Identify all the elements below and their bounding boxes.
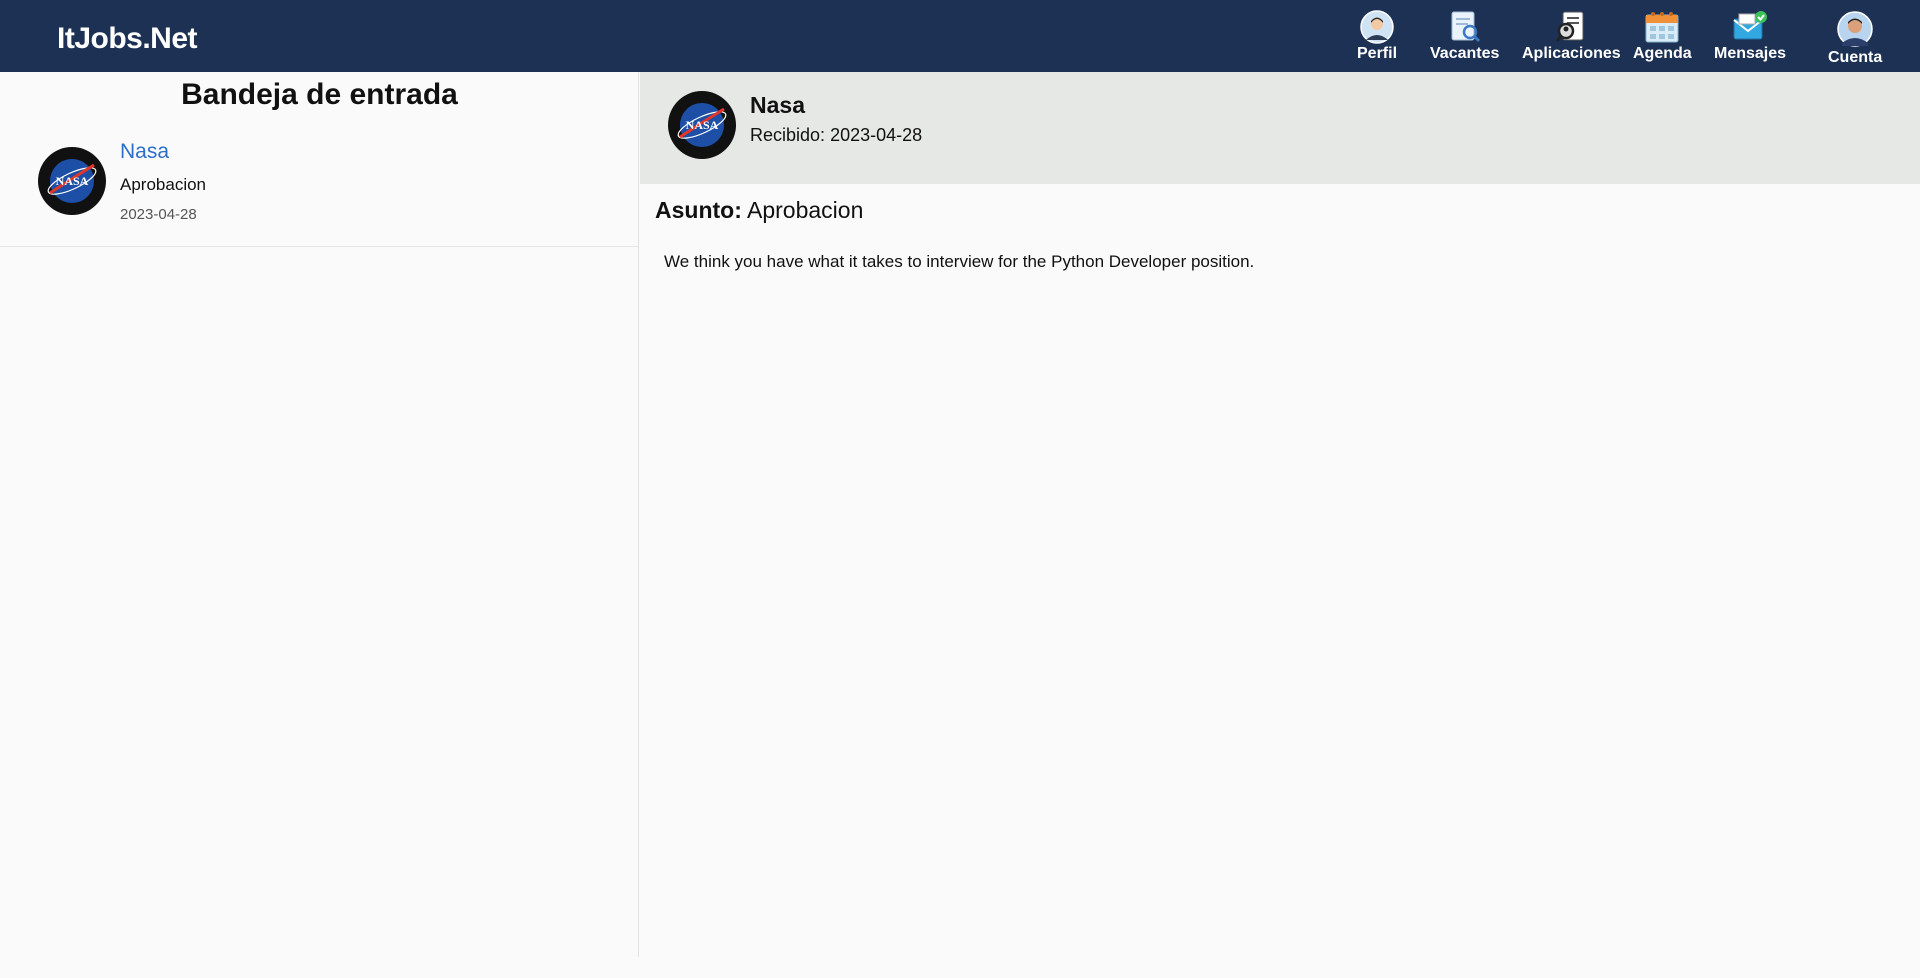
inbox-pane: Bandeja de entrada NASA Nasa Aprobacion … (0, 72, 639, 957)
nav-mensajes[interactable]: Mensajes (1714, 10, 1786, 63)
received-label: Recibido: (750, 125, 826, 145)
nav-label: Mensajes (1714, 45, 1787, 62)
svg-text:NASA: NASA (56, 174, 89, 188)
detail-sender: Nasa (750, 92, 805, 118)
subject-label: Asunto: (655, 197, 742, 223)
brand-logo[interactable]: ItJobs.Net (57, 22, 198, 56)
applications-icon (1552, 10, 1590, 44)
nav-label: Cuenta (1828, 49, 1883, 66)
detail-subject: Asunto: Aprobacion (655, 197, 863, 224)
nav-cuenta[interactable]: Cuenta (1828, 10, 1882, 67)
received-date: 2023-04-28 (830, 125, 923, 145)
detail-received: Recibido: 2023-04-28 (750, 125, 922, 146)
message-date: 2023-04-28 (120, 206, 197, 223)
message-detail-header: NASA Nasa Recibido: 2023-04-28 (640, 72, 1920, 184)
top-navbar: ItJobs.Net Perfil Vacantes Aplicaciones … (0, 0, 1920, 72)
nasa-logo-icon: NASA (38, 147, 106, 215)
nav-label: Perfil (1357, 45, 1398, 62)
nav-label: Agenda (1633, 45, 1692, 62)
svg-text:NASA: NASA (686, 118, 719, 132)
account-avatar-icon (1836, 10, 1874, 48)
profile-icon (1358, 10, 1396, 44)
mail-icon (1731, 10, 1769, 44)
calendar-icon (1643, 10, 1681, 44)
message-subject: Aprobacion (120, 175, 207, 194)
nav-vacantes[interactable]: Vacantes (1430, 10, 1499, 63)
nav-aplicaciones[interactable]: Aplicaciones (1522, 10, 1621, 63)
nav-agenda[interactable]: Agenda (1633, 10, 1692, 63)
nav-label: Aplicaciones (1522, 45, 1621, 62)
inbox-title: Bandeja de entrada (181, 78, 458, 111)
nasa-logo-icon: NASA (668, 91, 736, 159)
nav-label: Vacantes (1430, 45, 1500, 62)
list-item[interactable]: NASA Nasa Aprobacion 2023-04-28 (0, 130, 639, 247)
subject-value: Aprobacion (747, 197, 864, 223)
message-sender[interactable]: Nasa (120, 140, 169, 164)
message-body: We think you have what it takes to inter… (664, 252, 1255, 271)
vacancies-search-icon (1446, 10, 1484, 44)
nav-perfil[interactable]: Perfil (1357, 10, 1397, 63)
